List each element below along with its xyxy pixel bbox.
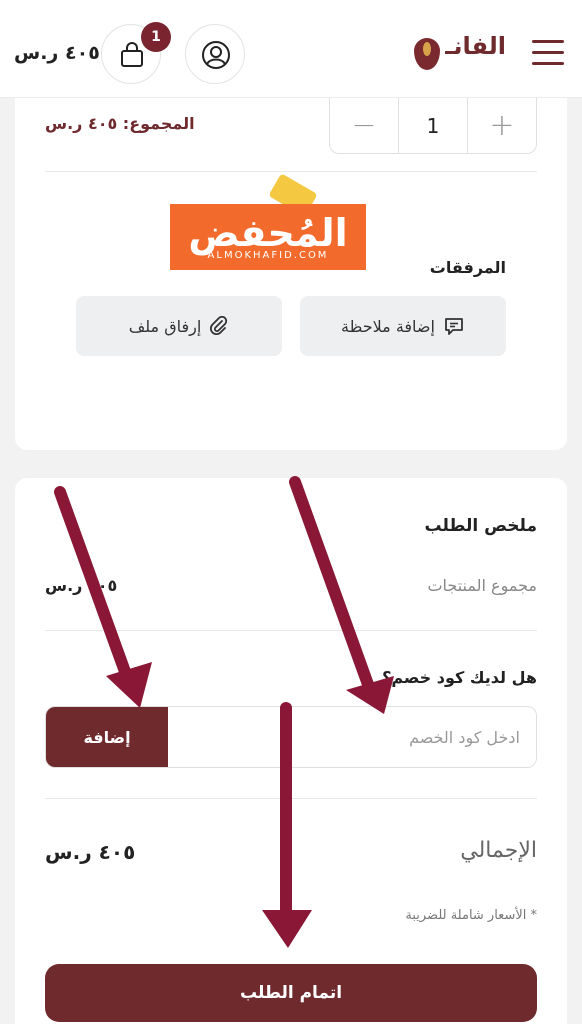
attach-file-button[interactable]: إرفاق ملف	[76, 296, 282, 356]
increase-quantity-button[interactable]: +	[468, 98, 536, 153]
coupon-question: هل لديك كود خصم؟	[382, 668, 537, 687]
site-header: الفانـ 1 ٤٠٥ ر.س	[0, 0, 582, 98]
quantity-value[interactable]: 1	[398, 98, 468, 153]
coupon-code-input[interactable]	[168, 707, 536, 767]
quantity-stepper: − 1 +	[329, 98, 537, 154]
add-note-button[interactable]: إضافة ملاحظة	[300, 296, 506, 356]
tax-note: * الأسعار شاملة للضريبة	[405, 908, 537, 923]
subtotal-label: مجموع المنتجات	[427, 576, 537, 595]
order-summary-card: ملخص الطلب مجموع المنتجات ٤٠٥ ر.س هل لدي…	[15, 478, 567, 1024]
account-button[interactable]	[185, 24, 245, 84]
attach-file-label: إرفاق ملف	[128, 316, 202, 336]
subtotal-value: ٤٠٥ ر.س	[45, 576, 118, 595]
watermark-url: ALMOKHAFID.COM	[207, 250, 329, 261]
checkout-button[interactable]: اتمام الطلب	[45, 964, 537, 1022]
apply-coupon-button[interactable]: إضافة	[46, 707, 168, 767]
header-cart-total: ٤٠٥ ر.س	[14, 42, 100, 64]
watermark-logo: المُحفض ALMOKHAFID.COM	[170, 173, 370, 272]
paperclip-icon	[210, 316, 228, 336]
logo-text: الفانـ	[445, 32, 506, 60]
add-note-label: إضافة ملاحظة	[341, 316, 435, 336]
attachments-label: المرفقات	[429, 258, 506, 277]
divider	[45, 171, 537, 172]
cart-count-badge: 1	[141, 22, 171, 52]
summary-title: ملخص الطلب	[424, 516, 537, 536]
user-icon	[202, 41, 230, 69]
logo-drop-icon	[414, 38, 440, 70]
comment-icon	[445, 318, 463, 335]
decrease-quantity-button[interactable]: −	[330, 98, 398, 153]
divider	[45, 630, 537, 631]
item-total: المجموع: ٤٠٥ ر.س	[45, 114, 195, 133]
coupon-row: إضافة	[45, 706, 537, 768]
divider	[45, 798, 537, 799]
store-logo[interactable]: الفانـ	[414, 22, 506, 84]
grand-total-value: ٤٠٥ ر.س	[45, 840, 136, 864]
hamburger-menu-icon[interactable]	[532, 40, 564, 66]
cart-item-card: المجموع: ٤٠٥ ر.س − 1 + المُحفض ALMOKHAFI…	[15, 98, 567, 450]
grand-total-label: الإجمالي	[460, 838, 537, 863]
